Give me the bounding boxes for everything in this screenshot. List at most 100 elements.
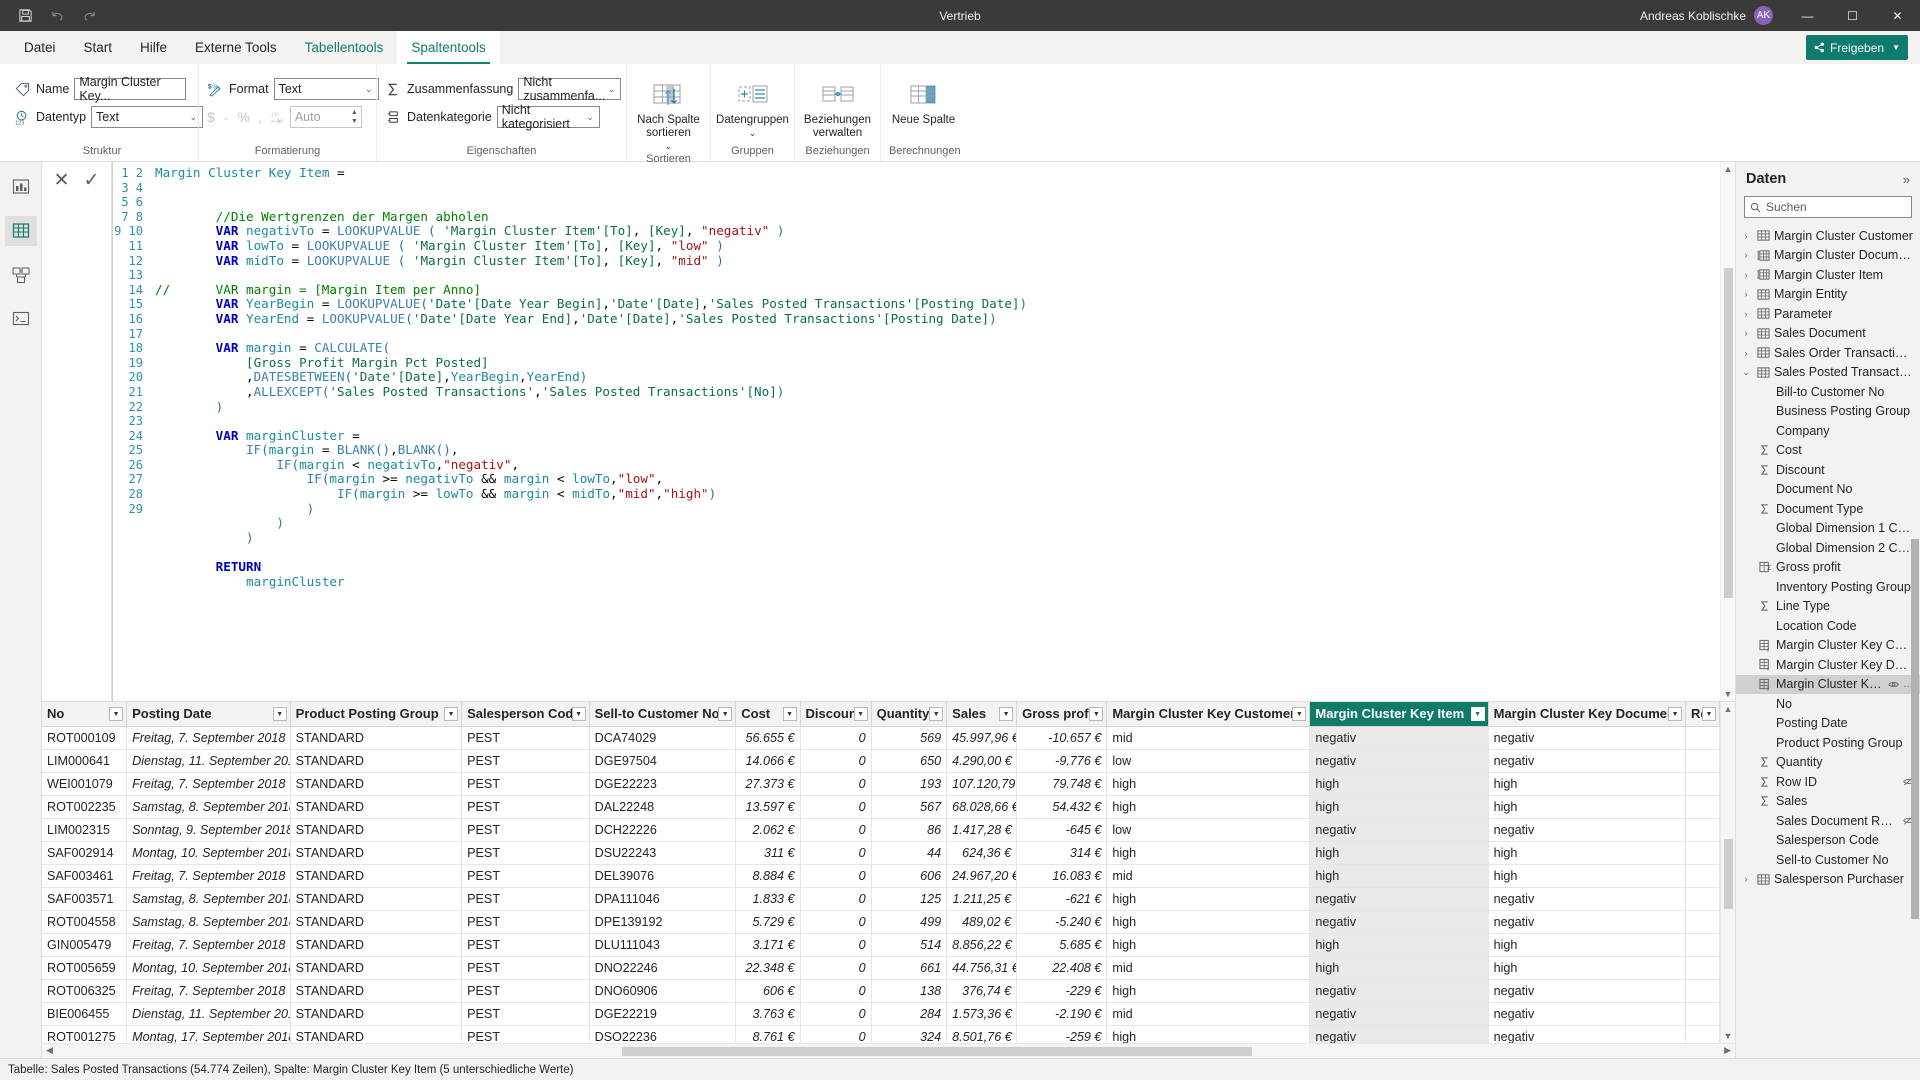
data-view-icon[interactable] <box>5 216 37 246</box>
table-cell[interactable]: Samstag, 8. September 2018 <box>127 887 291 910</box>
table-row[interactable]: SAF003571Samstag, 8. September 2018STAND… <box>42 887 1720 910</box>
table-cell[interactable]: 0 <box>800 933 871 956</box>
table-cell[interactable]: GIN005479 <box>42 933 127 956</box>
table-cell[interactable]: 44 <box>871 841 947 864</box>
table-cell[interactable]: Dienstag, 11. September 2018 <box>127 1002 291 1025</box>
table-cell[interactable]: 1.417,28 € <box>947 818 1017 841</box>
field-tree-item-sales-order-transactions[interactable]: ›Sales Order Transactions <box>1736 343 1920 363</box>
table-cell[interactable]: 1.573,36 € <box>947 1002 1017 1025</box>
field-tree-item-margin-cluster-document[interactable]: ›Margin Cluster Document <box>1736 246 1920 266</box>
column-header-ro[interactable]: Ro▼ <box>1686 702 1720 726</box>
table-cell[interactable]: DEL39076 <box>589 864 736 887</box>
table-cell[interactable]: ROT000109 <box>42 726 127 749</box>
field-tree-item-document-type[interactable]: Document Type <box>1736 499 1920 519</box>
table-cell[interactable]: 8.501,76 € <box>947 1025 1017 1043</box>
column-header-product-posting-group[interactable]: Product Posting Group▼ <box>290 702 461 726</box>
table-row[interactable]: SAF002914Montag, 10. September 2018STAND… <box>42 841 1720 864</box>
table-cell[interactable]: 0 <box>800 818 871 841</box>
chevron-right-icon[interactable]: › <box>1740 328 1752 338</box>
table-cell[interactable]: 16.083 € <box>1017 864 1107 887</box>
table-cell[interactable]: negativ <box>1488 979 1685 1002</box>
tab-tabellentools[interactable]: Tabellentools <box>291 31 398 64</box>
summarization-select[interactable]: Nicht zusammenfa... ⌄ <box>518 78 621 100</box>
table-cell[interactable]: ROT002235 <box>42 795 127 818</box>
tab-hilfe[interactable]: Hilfe <box>126 31 181 64</box>
table-cell[interactable]: 56.655 € <box>736 726 800 749</box>
table-cell[interactable]: PEST <box>462 979 589 1002</box>
field-tree-item-sales[interactable]: Sales <box>1736 792 1920 812</box>
table-cell[interactable]: DSU22243 <box>589 841 736 864</box>
field-tree-item-salesperson-purchaser[interactable]: ›Salesperson Purchaser <box>1736 870 1920 890</box>
scroll-up-arrow-icon[interactable]: ▲ <box>1724 704 1733 714</box>
table-cell[interactable]: high <box>1107 841 1310 864</box>
table-cell[interactable]: 0 <box>800 841 871 864</box>
table-row[interactable]: BIE006455Dienstag, 11. September 2018STA… <box>42 1002 1720 1025</box>
table-cell[interactable]: DCH22226 <box>589 818 736 841</box>
table-cell[interactable]: 567 <box>871 795 947 818</box>
field-tree-item-margin-cluster-key-item[interactable]: xMargin Cluster Key Item… <box>1736 675 1920 695</box>
scrollbar-thumb[interactable] <box>1911 539 1919 919</box>
table-cell[interactable]: PEST <box>462 864 589 887</box>
table-cell[interactable]: 0 <box>800 910 871 933</box>
data-groups-button[interactable]: Datengruppen ⌄ <box>717 74 789 140</box>
chevron-double-right-icon[interactable]: » <box>1903 172 1910 187</box>
table-cell[interactable]: 314 € <box>1017 841 1107 864</box>
formula-vertical-scrollbar[interactable]: ▲ ▼ <box>1720 162 1735 701</box>
table-cell[interactable]: Samstag, 8. September 2018 <box>127 910 291 933</box>
table-cell[interactable]: 8.761 € <box>736 1025 800 1043</box>
table-cell[interactable] <box>1686 864 1720 887</box>
table-cell[interactable] <box>1686 841 1720 864</box>
table-cell[interactable]: STANDARD <box>290 887 461 910</box>
table-cell[interactable]: 0 <box>800 726 871 749</box>
table-cell[interactable]: STANDARD <box>290 749 461 772</box>
table-cell[interactable]: 0 <box>800 956 871 979</box>
table-cell[interactable] <box>1686 979 1720 1002</box>
table-cell[interactable]: 2.062 € <box>736 818 800 841</box>
column-filter-icon[interactable]: ▼ <box>1471 707 1485 721</box>
table-cell[interactable]: low <box>1107 818 1310 841</box>
field-tree-item-inventory-posting-group[interactable]: Inventory Posting Group <box>1736 577 1920 597</box>
table-cell[interactable]: STANDARD <box>290 1002 461 1025</box>
table-row[interactable]: SAF003461Freitag, 7. September 2018STAND… <box>42 864 1720 887</box>
search-input[interactable]: Suchen <box>1744 196 1912 218</box>
table-cell[interactable]: PEST <box>462 795 589 818</box>
table-cell[interactable]: Freitag, 7. September 2018 <box>127 864 291 887</box>
column-filter-icon[interactable]: ▼ <box>1292 707 1306 721</box>
table-cell[interactable]: DGE22223 <box>589 772 736 795</box>
table-cell[interactable]: 5.729 € <box>736 910 800 933</box>
table-cell[interactable]: DPE139192 <box>589 910 736 933</box>
grid-horizontal-scrollbar[interactable]: ◀ ▶ <box>42 1043 1735 1058</box>
field-tree-item-location-code[interactable]: Location Code <box>1736 616 1920 636</box>
chevron-right-icon[interactable]: › <box>1740 348 1752 358</box>
table-cell[interactable]: 24.967,20 € <box>947 864 1017 887</box>
chevron-down-icon[interactable]: ⌄ <box>1740 367 1752 378</box>
table-cell[interactable]: 0 <box>800 887 871 910</box>
format-select[interactable]: Text ⌄ <box>274 78 379 100</box>
table-cell[interactable]: DLU111043 <box>589 933 736 956</box>
table-cell[interactable]: 624,36 € <box>947 841 1017 864</box>
column-filter-icon[interactable]: ▼ <box>783 707 797 721</box>
table-cell[interactable]: PEST <box>462 887 589 910</box>
scroll-up-arrow-icon[interactable]: ▲ <box>1724 164 1733 174</box>
scrollbar-thumb[interactable] <box>1724 268 1733 598</box>
field-tree-item-sell-to-customer-no[interactable]: Sell-to Customer No <box>1736 850 1920 870</box>
chevron-right-icon[interactable]: › <box>1740 270 1752 280</box>
table-cell[interactable]: STANDARD <box>290 933 461 956</box>
table-cell[interactable]: 489,02 € <box>947 910 1017 933</box>
table-cell[interactable]: Dienstag, 11. September 2018 <box>127 749 291 772</box>
thousands-separator-icon[interactable]: , <box>258 109 262 125</box>
table-cell[interactable]: -9.776 € <box>1017 749 1107 772</box>
column-header-posting-date[interactable]: Posting Date▼ <box>127 702 291 726</box>
tab-spaltentools[interactable]: Spaltentools <box>397 31 499 64</box>
column-header-salesperson-code[interactable]: Salesperson Code▼ <box>462 702 589 726</box>
table-cell[interactable]: negativ <box>1310 1002 1488 1025</box>
field-tree-item-discount[interactable]: Discount <box>1736 460 1920 480</box>
table-cell[interactable]: LIM002315 <box>42 818 127 841</box>
table-cell[interactable]: 0 <box>800 979 871 1002</box>
field-tree-item-quantity[interactable]: Quantity <box>1736 753 1920 773</box>
table-cell[interactable]: 569 <box>871 726 947 749</box>
field-tree-item-margin-cluster-customer[interactable]: ›Margin Cluster Customer <box>1736 226 1920 246</box>
table-cell[interactable]: high <box>1310 933 1488 956</box>
table-cell[interactable]: 650 <box>871 749 947 772</box>
table-cell[interactable]: STANDARD <box>290 726 461 749</box>
